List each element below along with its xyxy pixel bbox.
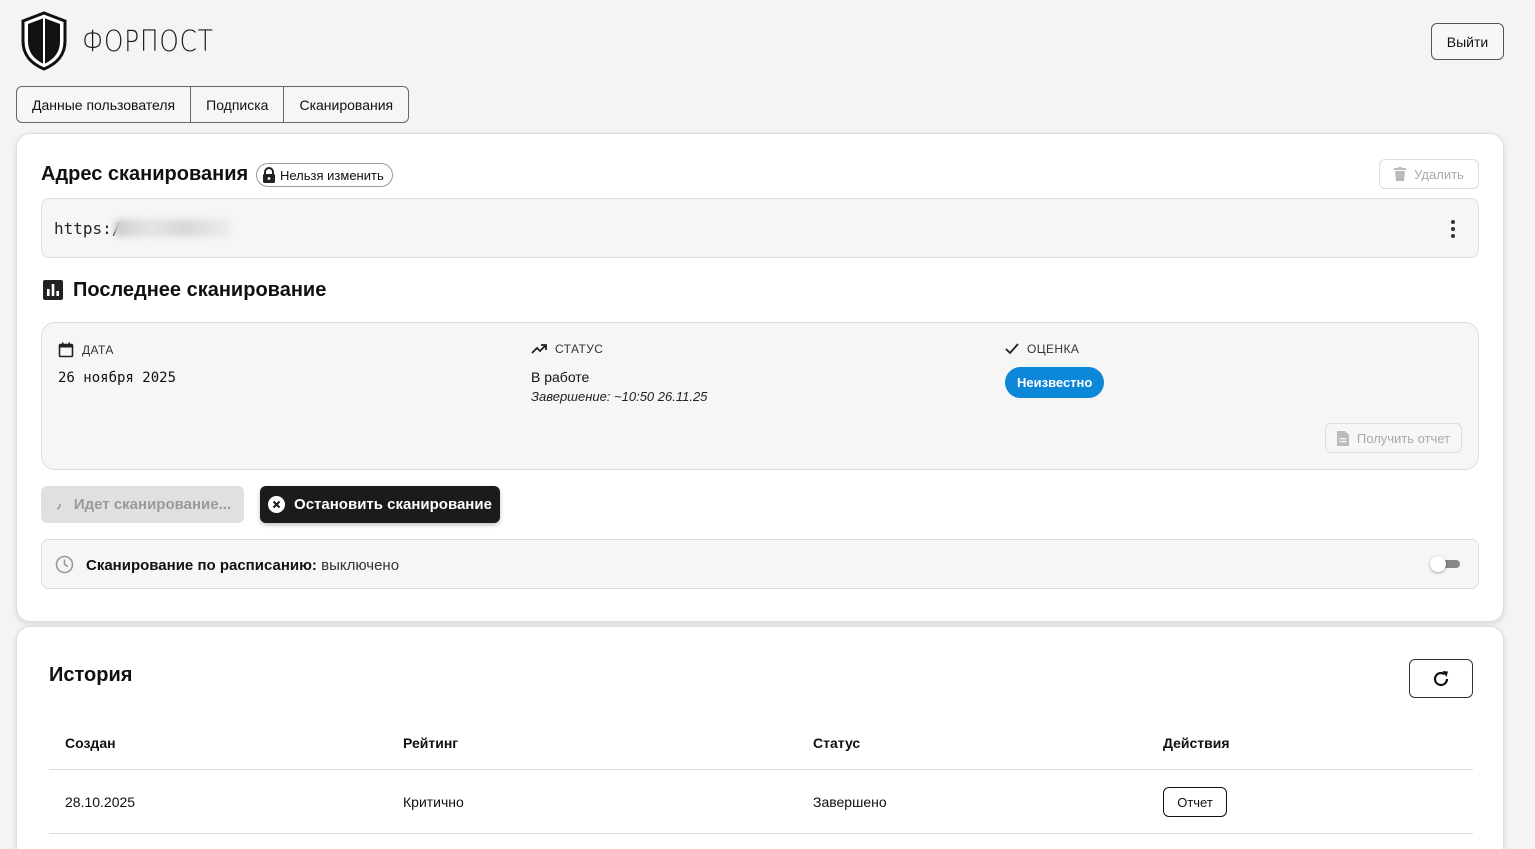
table-header: Создан Рейтинг Статус Действия [49,715,1473,770]
table-row: 28.10.2025 Критично Завершено Отчет [49,770,1473,834]
tab-scans[interactable]: Сканирования [284,87,408,122]
scan-card: Адрес сканирования Нельзя изменить Удали… [16,133,1504,622]
scan-date-value: 26 ноября 2025 [58,370,177,386]
refresh-button[interactable] [1409,659,1473,698]
document-icon [1336,430,1349,446]
address-title: Адрес сканирования [41,163,249,185]
spinner-icon [56,503,61,510]
row-rating: Критично [403,794,464,810]
history-title: История [49,664,133,686]
calendar-icon [58,342,74,358]
readonly-badge-label: Нельзя изменить [280,167,384,183]
grade-badge: Неизвестно [1005,367,1105,398]
col-rating: Рейтинг [403,735,459,751]
row-report-button[interactable]: Отчет [1163,787,1227,817]
date-label: ДАТА [82,343,114,357]
tab-subscription[interactable]: Подписка [191,87,285,122]
last-scan-panel: ДАТА 26 ноября 2025 СТАТУС В работе Заве… [41,322,1479,470]
col-status: Статус [813,735,861,751]
scanning-label: Идет сканирование... [73,496,232,513]
get-report-label: Получить отчет [1356,430,1451,446]
history-card: История Создан Рейтинг Статус Действия 2… [16,626,1504,849]
grade-column-label: ОЦЕНКА [1005,342,1079,356]
status-column-label: СТАТУС [531,342,603,356]
brand-name: ФОРПОСТ [82,24,214,58]
grade-label: ОЦЕНКА [1027,342,1080,356]
cancel-circle-icon [268,496,286,513]
stop-scan-button[interactable]: Остановить сканирование [260,486,500,523]
delete-button-label: Удалить [1414,166,1464,182]
status-label: СТАТУС [555,342,604,356]
logout-button[interactable]: Выйти [1431,23,1504,60]
scan-url-text: https:/ [54,219,122,238]
trash-icon [1394,167,1407,181]
schedule-toggle[interactable] [1430,556,1460,572]
scan-eta: Завершение: ~10:50 26.11.25 [531,389,708,404]
schedule-value: выключено [321,557,400,574]
lock-icon [263,167,275,183]
refresh-icon [1433,670,1449,686]
scanning-in-progress-button[interactable]: Идет сканирование... [41,486,244,523]
schedule-panel: Сканирование по расписанию: выключено [41,539,1479,589]
row-created: 28.10.2025 [65,794,136,810]
bar-chart-icon [43,280,63,300]
schedule-label: Сканирование по расписанию: [86,557,317,574]
row-status: Завершено [813,794,887,810]
check-icon [1005,343,1019,355]
tab-user-data[interactable]: Данные пользователя [17,87,192,122]
url-redacted [114,219,232,237]
nav-tabs: Данные пользователя Подписка Сканировани… [16,86,410,123]
trending-up-icon [531,344,547,354]
col-created: Создан [65,735,116,751]
shield-logo-icon [21,11,67,71]
clock-icon [55,555,74,574]
col-actions: Действия [1163,735,1230,751]
scan-url-field: https:/ [41,198,1479,258]
stop-scan-label: Остановить сканирование [294,496,492,513]
readonly-badge: Нельзя изменить [256,163,393,187]
history-table: Создан Рейтинг Статус Действия 28.10.202… [49,715,1473,834]
schedule-text: Сканирование по расписанию: выключено [86,557,399,574]
more-options-icon[interactable] [1448,217,1458,241]
scan-status-value: В работе [531,369,590,385]
date-column-label: ДАТА [58,342,114,358]
get-report-button[interactable]: Получить отчет [1325,423,1462,453]
delete-button[interactable]: Удалить [1379,159,1479,189]
last-scan-title: Последнее сканирование [73,279,327,301]
